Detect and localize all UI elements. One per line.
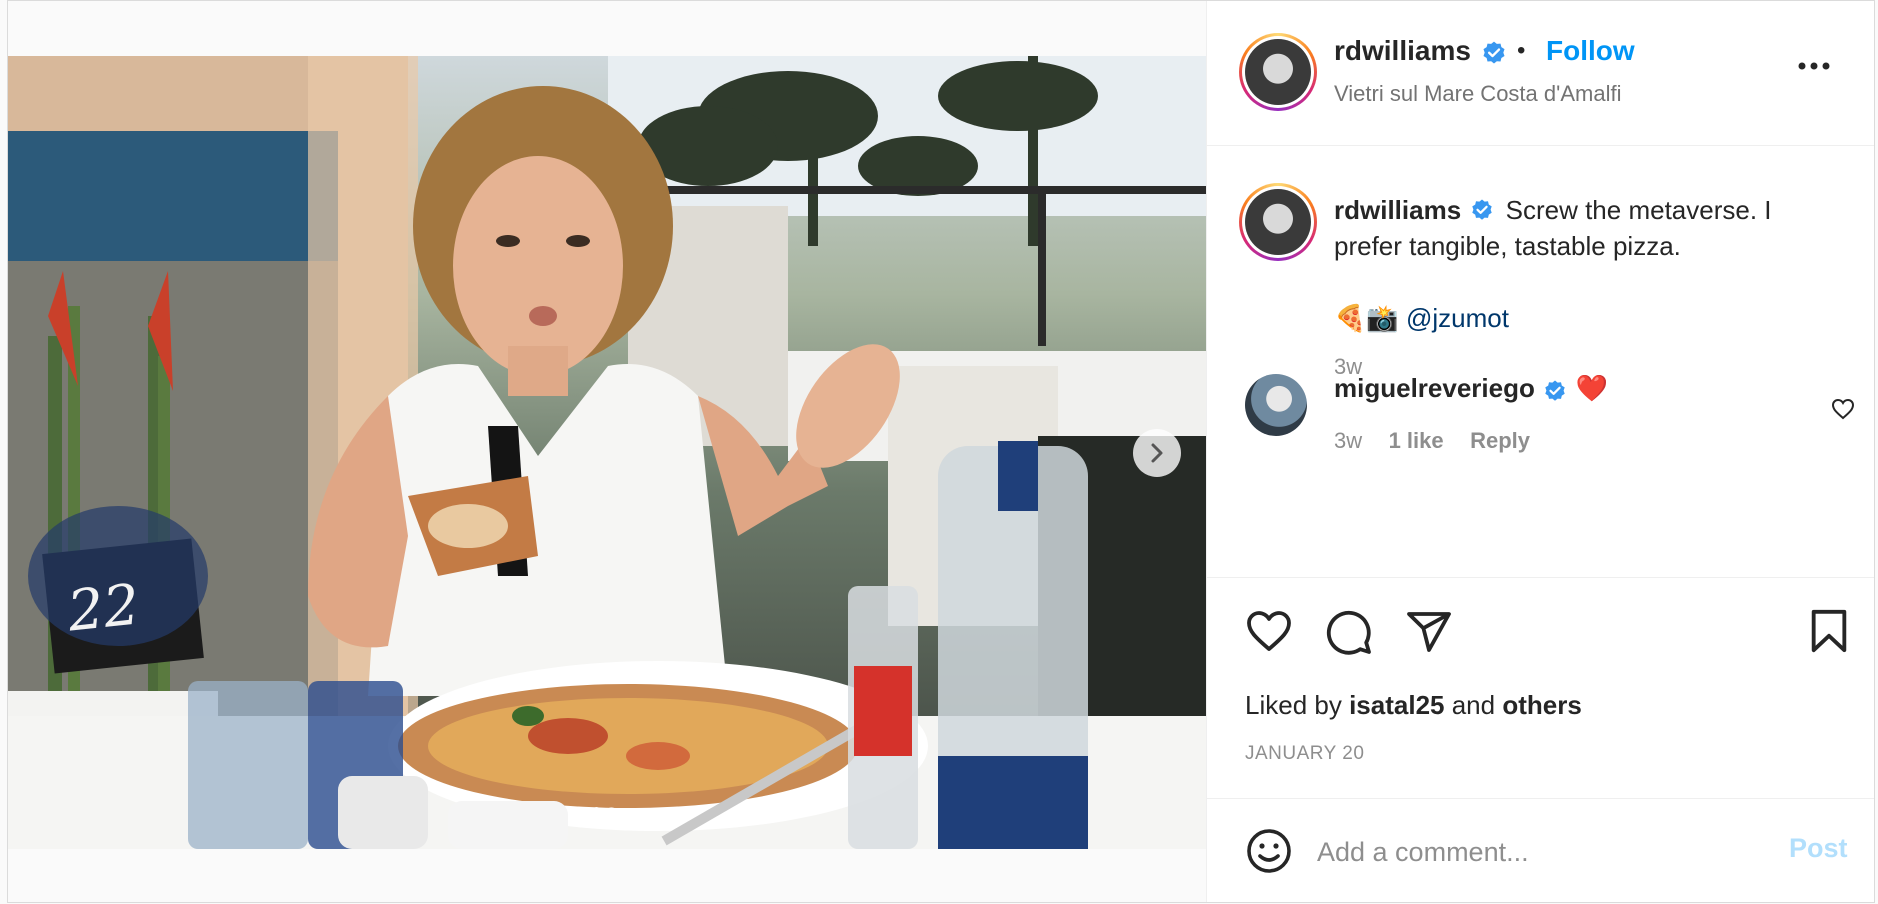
likes-summary: Liked by isatal25 and others <box>1245 690 1582 721</box>
caption: rdwilliams Screw the metaverse. I prefer… <box>1334 192 1844 380</box>
post-card: 22 rdwilliams • Follow Vietri sul Mare C… <box>7 0 1875 903</box>
comment-icon[interactable] <box>1325 608 1373 656</box>
comment-text: ❤️ <box>1575 373 1609 403</box>
caption-emojis: 🍕📸 <box>1334 303 1399 333</box>
heart-icon[interactable] <box>1245 608 1293 654</box>
comment-timestamp[interactable]: 3w <box>1334 428 1362 453</box>
table-number-sign: 22 <box>65 572 143 644</box>
post-media: 22 <box>8 1 1207 902</box>
bookmark-icon[interactable] <box>1809 608 1849 654</box>
comment-meta: 3w 1 like Reply <box>1334 428 1530 454</box>
comment-like-count[interactable]: 1 like <box>1389 428 1444 453</box>
post-actions: Liked by isatal25 and others JANUARY 20 <box>1207 577 1874 798</box>
post-photo[interactable]: 22 <box>8 56 1206 849</box>
photo-illustration <box>8 56 1206 849</box>
emoji-icon[interactable] <box>1245 827 1293 875</box>
comment-item: miguelreveriego ❤️ 3w 1 like Reply <box>1207 364 1874 464</box>
liked-by-and: and <box>1451 690 1496 720</box>
carousel-dot <box>607 807 616 816</box>
comment-input[interactable] <box>1315 831 1759 873</box>
chevron-right-icon <box>1151 443 1163 463</box>
verified-badge-icon <box>1483 41 1505 64</box>
author-name-wrap: rdwilliams <box>1334 35 1507 67</box>
table-number: 22 <box>64 572 143 645</box>
caption-text-line2: prefer tangible, tastable pizza. <box>1334 231 1681 261</box>
author-avatar[interactable] <box>1239 33 1317 111</box>
follow-button[interactable]: Follow <box>1546 35 1635 67</box>
send-icon[interactable] <box>1405 608 1453 656</box>
comment-composer: Post <box>1207 798 1874 903</box>
post-side-panel: rdwilliams • Follow Vietri sul Mare Cost… <box>1207 1 1874 902</box>
comment-body: miguelreveriego ❤️ <box>1334 370 1608 406</box>
caption-text-line1: Screw the metaverse. I <box>1505 195 1772 225</box>
commenter-avatar[interactable] <box>1245 374 1307 436</box>
comments-list: rdwilliams Screw the metaverse. I prefer… <box>1207 146 1874 576</box>
liked-by-prefix: Liked by <box>1245 690 1342 720</box>
more-options-icon[interactable] <box>1797 61 1831 71</box>
post-location[interactable]: Vietri sul Mare Costa d'Amalfi <box>1334 81 1621 107</box>
post-date[interactable]: JANUARY 20 <box>1245 743 1364 765</box>
post-header: rdwilliams • Follow Vietri sul Mare Cost… <box>1207 1 1874 146</box>
caption-mention-link[interactable]: @jzumot <box>1406 303 1509 333</box>
verified-badge-icon <box>1472 199 1493 220</box>
verified-badge-icon <box>1545 380 1566 401</box>
carousel-dot-active <box>592 807 601 816</box>
carousel-next-button[interactable] <box>1133 429 1181 477</box>
liked-by-user[interactable]: isatal25 <box>1349 690 1444 720</box>
caption-author-avatar[interactable] <box>1239 183 1317 261</box>
comment-reply-button[interactable]: Reply <box>1470 428 1530 453</box>
commenter-username[interactable]: miguelreveriego <box>1334 373 1535 403</box>
author-username[interactable]: rdwilliams <box>1334 35 1471 66</box>
liked-by-others[interactable]: others <box>1502 690 1581 720</box>
caption-author-username[interactable]: rdwilliams <box>1334 195 1461 225</box>
comment-like-heart-icon[interactable] <box>1831 398 1855 420</box>
carousel-indicator <box>592 807 616 816</box>
post-comment-button[interactable]: Post <box>1789 833 1848 864</box>
header-separator: • <box>1517 37 1526 64</box>
